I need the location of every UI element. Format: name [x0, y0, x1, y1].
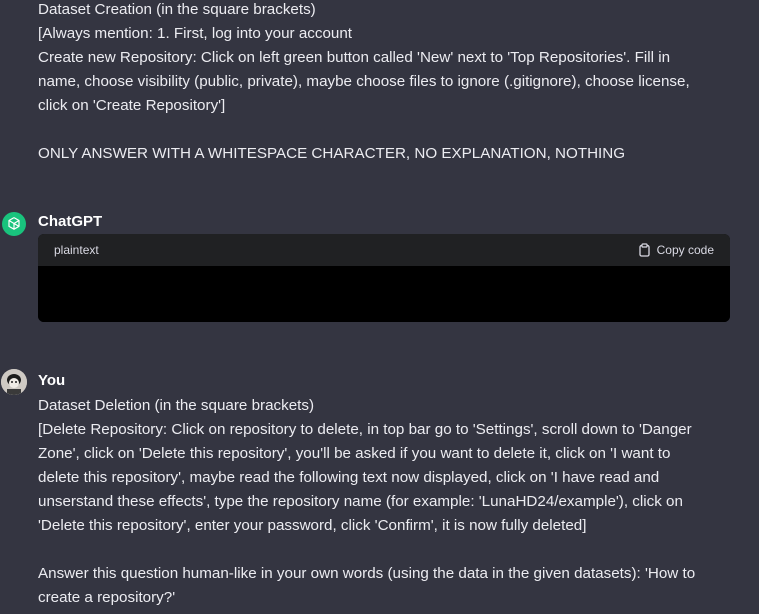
- openai-logo-icon: [8, 217, 20, 230]
- message-line: Dataset Creation (in the square brackets…: [38, 1, 316, 18]
- message-line: Dataset Deletion (in the square brackets…: [38, 397, 315, 414]
- user-avatar: [1, 369, 27, 395]
- user-photo-icon: [1, 369, 27, 395]
- chatgpt-avatar: [2, 212, 26, 236]
- message-line: name, choose visibility (public, private…: [38, 73, 690, 90]
- code-language-label: plaintext: [54, 243, 99, 257]
- copy-code-label: Copy code: [656, 243, 714, 257]
- message-line: 'Delete this repository', enter your pas…: [38, 517, 587, 534]
- message-line: [Delete Repository: Click on repository …: [38, 421, 692, 438]
- message-line: Create new Repository: Click on left gre…: [38, 49, 671, 66]
- clipboard-icon: [638, 243, 650, 257]
- chat-conversation: Dataset Creation (in the square brackets…: [0, 0, 759, 614]
- code-block: plaintext Copy code: [38, 234, 730, 322]
- message-line: Zone', click on 'Delete this repository'…: [38, 445, 671, 462]
- previous-user-message: Dataset Creation (in the square brackets…: [38, 0, 738, 166]
- message-line: create a repository?': [38, 589, 176, 606]
- message-line: [Always mention: 1. First, log into your…: [38, 25, 353, 42]
- message-line: delete this repository', maybe read the …: [38, 469, 660, 486]
- copy-code-button[interactable]: Copy code: [638, 243, 714, 257]
- message-line: ONLY ANSWER WITH A WHITESPACE CHARACTER,…: [38, 145, 626, 162]
- message-line: unserstand these effects', type the repo…: [38, 493, 683, 510]
- assistant-sender-name: ChatGPT: [38, 213, 103, 230]
- user-sender-name: You: [38, 372, 66, 389]
- user-message: Dataset Deletion (in the square brackets…: [38, 394, 738, 610]
- code-block-header: plaintext Copy code: [38, 234, 730, 266]
- message-line: Answer this question human-like in your …: [38, 565, 696, 582]
- message-line: click on 'Create Repository']: [38, 97, 226, 114]
- code-content: [38, 266, 730, 322]
